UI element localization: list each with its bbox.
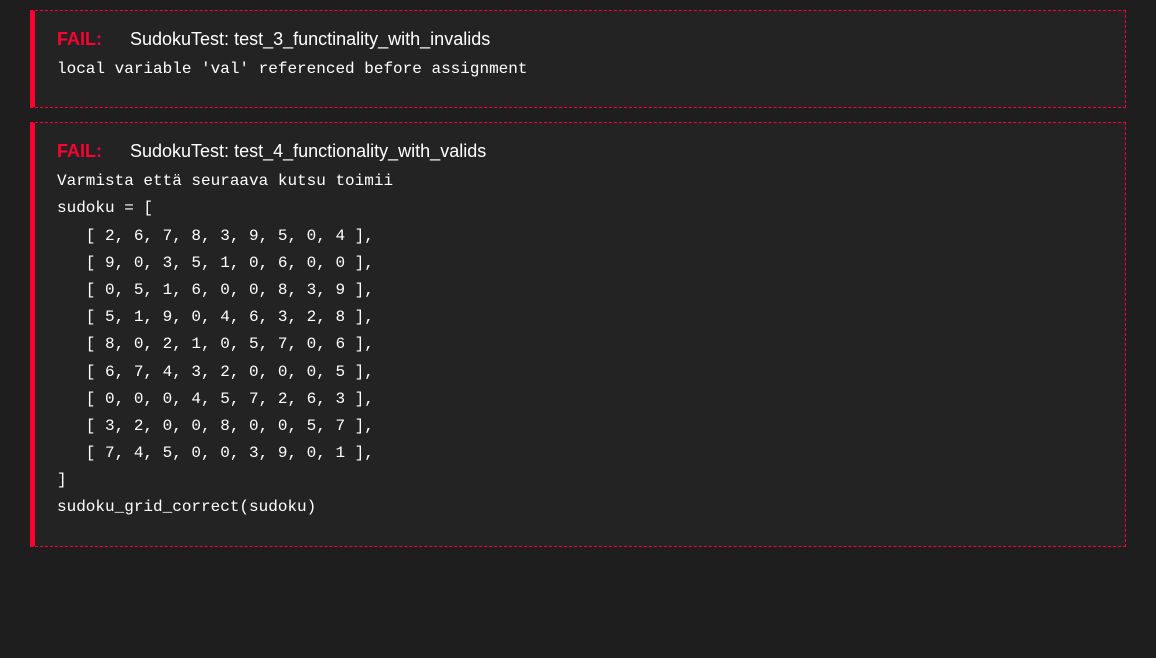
test-result-box: FAIL: SudokuTest: test_3_functinality_wi…	[30, 10, 1126, 108]
test-result-box: FAIL: SudokuTest: test_4_functionality_w…	[30, 122, 1126, 546]
fail-status-label: FAIL:	[57, 141, 102, 162]
test-result-header: FAIL: SudokuTest: test_4_functionality_w…	[57, 141, 1103, 162]
test-error-message: Varmista että seuraava kutsu toimii sudo…	[57, 168, 1103, 521]
test-result-header: FAIL: SudokuTest: test_3_functinality_wi…	[57, 29, 1103, 50]
test-name: SudokuTest: test_3_functinality_with_inv…	[130, 29, 490, 50]
fail-status-label: FAIL:	[57, 29, 102, 50]
test-error-message: local variable 'val' referenced before a…	[57, 56, 1103, 83]
test-name: SudokuTest: test_4_functionality_with_va…	[130, 141, 486, 162]
